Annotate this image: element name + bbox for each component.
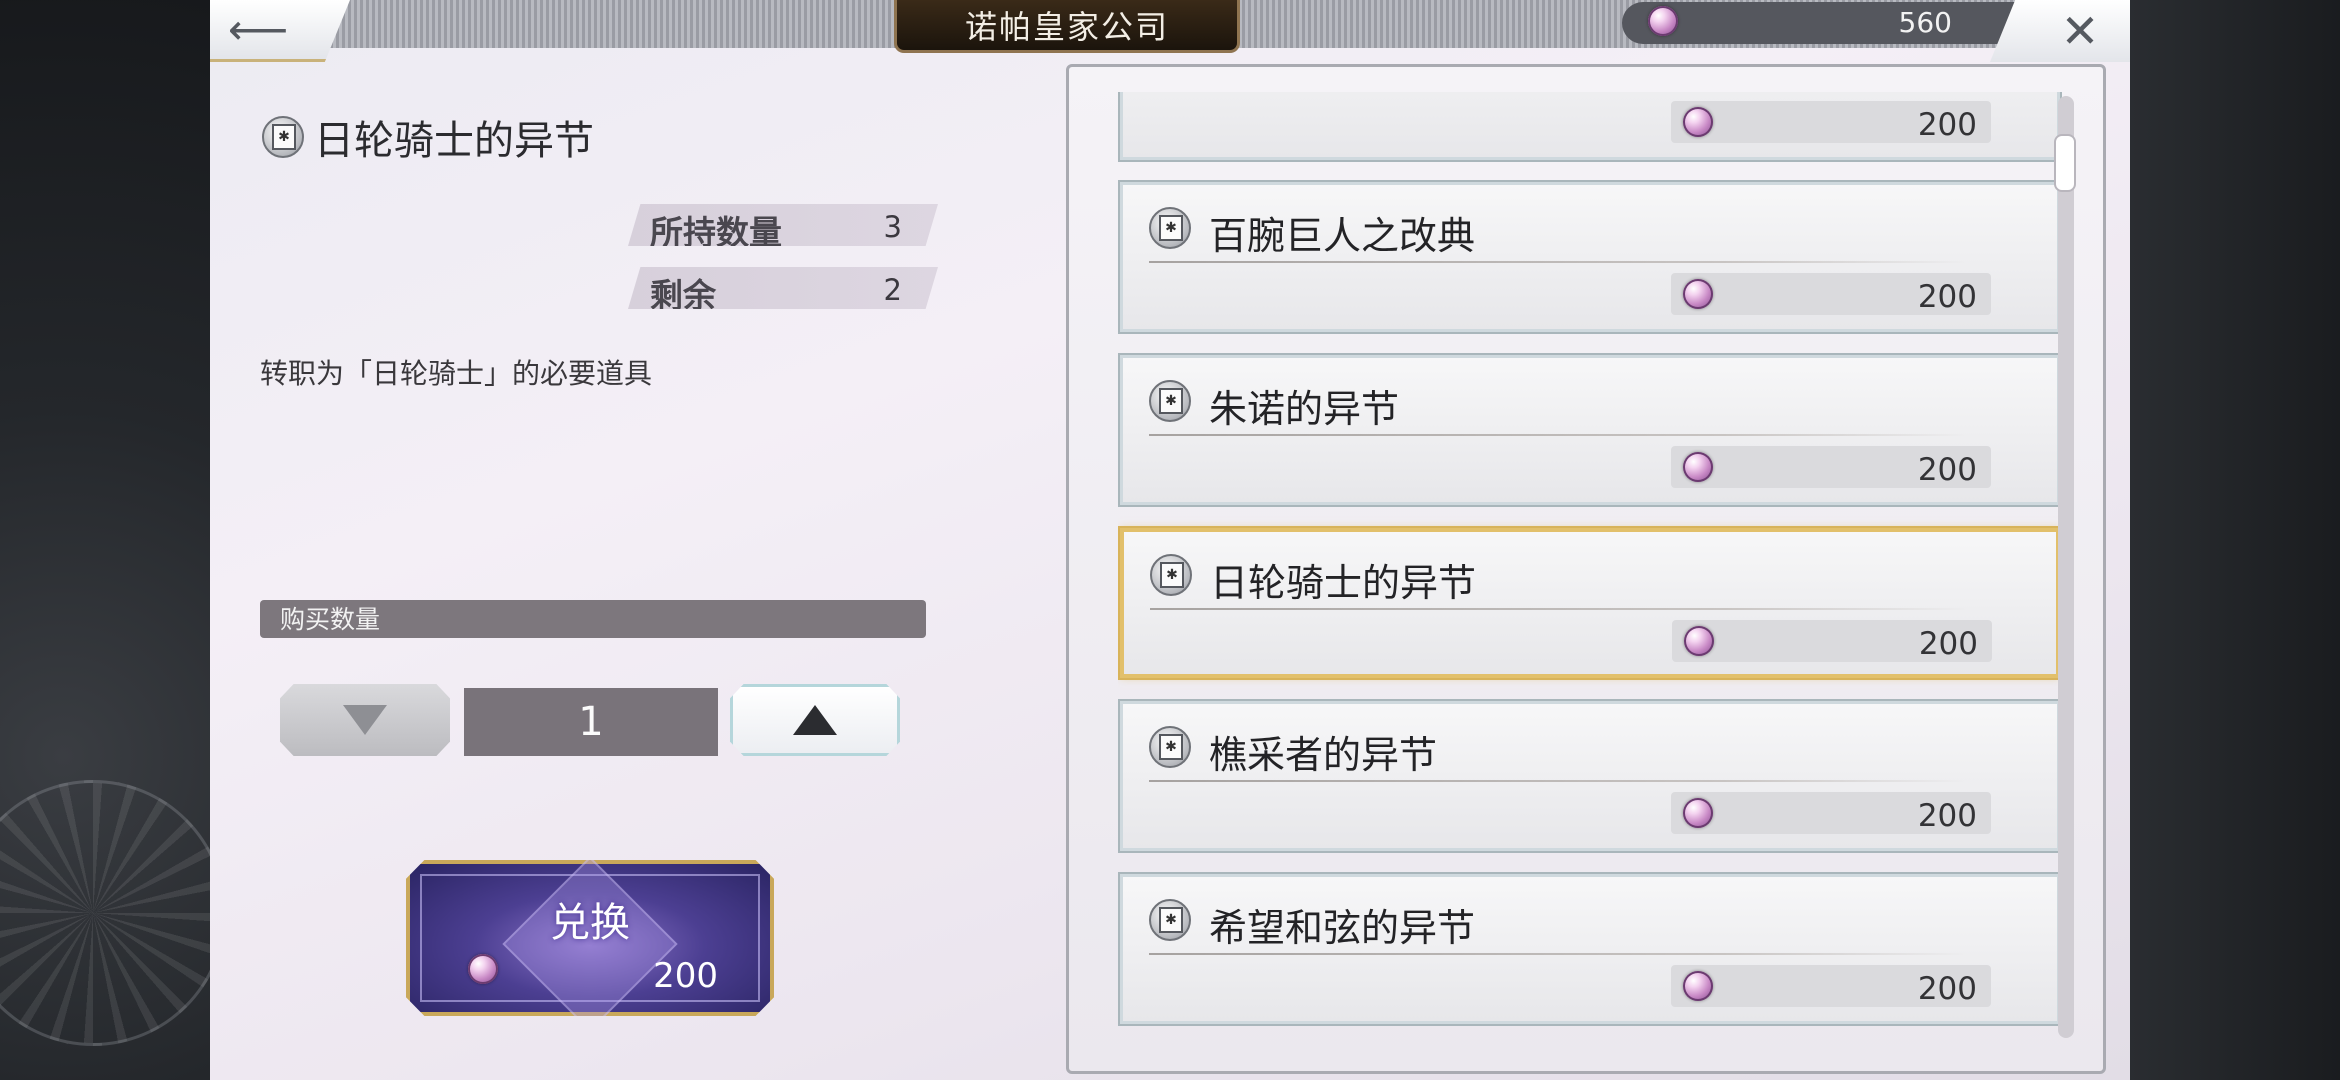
chevron-down-icon — [343, 705, 387, 735]
item-name: 希望和弦的异节 — [1209, 906, 1476, 950]
owned-count-value: 3 — [883, 210, 902, 244]
currency-amount: 560 — [1898, 6, 1952, 39]
gem-icon — [1683, 279, 1713, 309]
owned-count-row: 所持数量 3 — [628, 204, 938, 246]
book-icon — [1149, 380, 1191, 422]
shop-title: 诺帕皇家公司 — [894, 0, 1240, 53]
shop-item-card[interactable]: 朱诺的异节 200 — [1120, 355, 2060, 505]
chevron-up-icon — [793, 705, 837, 735]
item-price: 200 — [1917, 279, 1977, 315]
book-icon — [1150, 554, 1192, 596]
item-price: 200 — [1917, 452, 1977, 488]
remaining-count-label: 剩余 — [650, 276, 716, 315]
item-price: 200 — [1917, 971, 1977, 1007]
shop-item-card-selected[interactable]: 日轮骑士的异节 200 — [1120, 528, 2060, 678]
divider — [1150, 608, 1970, 610]
exchange-button-label: 兑换 — [550, 900, 630, 946]
gem-icon — [468, 954, 498, 984]
item-name: 日轮骑士的异节 — [1210, 561, 1477, 605]
gem-icon — [1683, 452, 1713, 482]
price-tag: 200 — [1671, 446, 1991, 488]
shop-item-card[interactable]: 200 — [1120, 92, 2060, 160]
gem-icon — [1683, 798, 1713, 828]
price-tag: 200 — [1671, 273, 1991, 315]
item-name: 朱诺的异节 — [1209, 387, 1400, 431]
item-title: 日轮骑士的异节 — [314, 118, 594, 164]
book-icon — [1149, 207, 1191, 249]
clock-decoration — [0, 780, 226, 1046]
book-icon — [1149, 899, 1191, 941]
item-name: 樵采者的异节 — [1209, 733, 1438, 777]
price-tag: 200 — [1672, 620, 1992, 662]
price-tag: 200 — [1671, 792, 1991, 834]
shop-item-card[interactable]: 百腕巨人之改典 200 — [1120, 182, 2060, 332]
price-tag: 200 — [1671, 101, 1991, 143]
remaining-count-value: 2 — [883, 273, 902, 307]
shop-item-card[interactable]: 樵采者的异节 200 — [1120, 701, 2060, 851]
left-background-panel — [0, 0, 226, 1080]
quantity-label: 购买数量 — [260, 600, 926, 638]
divider — [1149, 261, 1969, 263]
shop-list[interactable]: 200 百腕巨人之改典 200 朱诺的异节 200 日轮骑士的异节 200 樵采… — [1118, 92, 2078, 1042]
gem-icon — [1684, 626, 1714, 656]
increase-quantity-button[interactable] — [730, 684, 900, 756]
item-price: 200 — [1917, 798, 1977, 834]
currency-display: 560 — [1622, 2, 2042, 44]
item-price: 200 — [1918, 626, 1978, 662]
exchange-cost: 200 — [653, 956, 718, 996]
price-tag: 200 — [1671, 965, 1991, 1007]
gem-icon — [1683, 107, 1713, 137]
scrollbar-thumb[interactable] — [2054, 134, 2076, 192]
close-icon: ✕ — [2060, 4, 2100, 58]
arrow-left-icon: ⟵ — [228, 4, 289, 54]
remaining-count-row: 剩余 2 — [628, 267, 938, 309]
item-price: 200 — [1917, 107, 1977, 143]
book-icon — [1149, 726, 1191, 768]
back-button[interactable]: ⟵ — [210, 0, 350, 62]
divider — [1149, 780, 1969, 782]
decrease-quantity-button[interactable] — [280, 684, 450, 756]
item-name: 百腕巨人之改典 — [1209, 214, 1476, 258]
divider — [1149, 434, 1969, 436]
gem-icon — [1683, 971, 1713, 1001]
item-title-row: 日轮骑士的异节 — [262, 108, 594, 166]
item-description: 转职为「日轮骑士」的必要道具 — [260, 357, 653, 390]
book-icon — [262, 116, 304, 158]
right-background-panel — [2130, 0, 2340, 1080]
shop-item-card[interactable]: 希望和弦的异节 200 — [1120, 874, 2060, 1024]
divider — [1149, 953, 1969, 955]
scrollbar-track[interactable] — [2058, 96, 2074, 1038]
owned-count-label: 所持数量 — [650, 213, 782, 252]
quantity-value: 1 — [464, 688, 718, 756]
gem-icon — [1648, 6, 1678, 36]
exchange-button[interactable]: 兑换 200 — [406, 860, 774, 1016]
